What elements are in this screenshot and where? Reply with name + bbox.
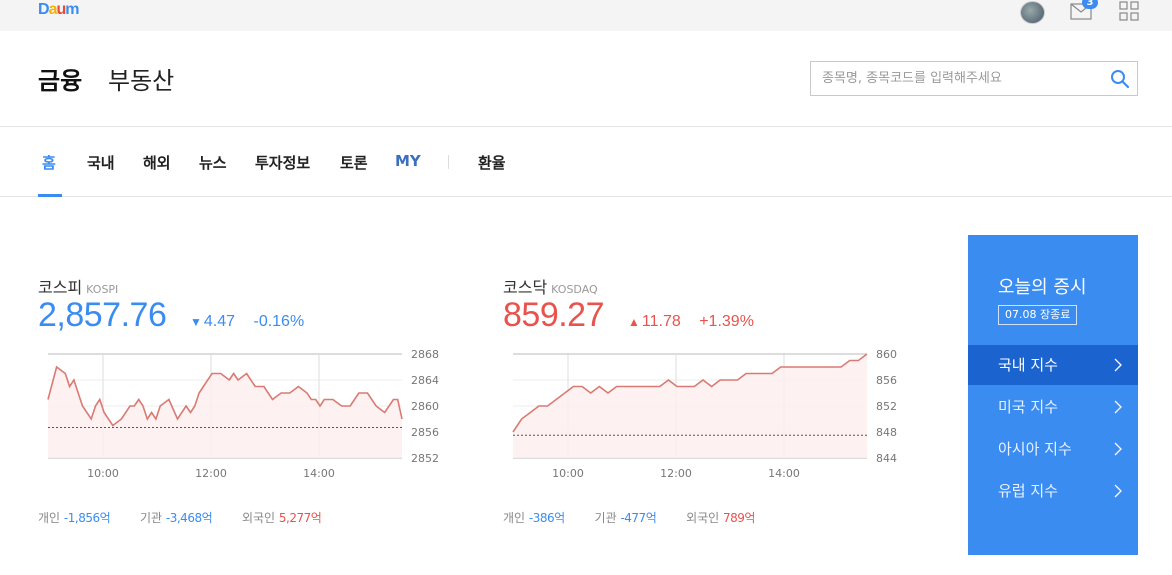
logo-letter: D <box>38 1 50 18</box>
search-input[interactable] <box>811 62 1101 95</box>
side-item-label: 아시아 지수 <box>998 440 1072 458</box>
kospi-investors: 개인 -1,856억 기관 -3,468억 외국인 5,277억 <box>38 509 347 526</box>
y-tick-label: 856 <box>876 374 897 387</box>
kospi-change-pct: -0.16% <box>253 313 305 330</box>
investor-value: -1,856억 <box>63 511 111 525</box>
investor-label: 기관 <box>594 511 617 525</box>
y-tick-label: 844 <box>876 452 897 465</box>
kospi-chart[interactable]: 2868 2864 2860 2856 2852 10:00 12:00 14:00 <box>38 344 448 484</box>
kosdaq-sub: KOSDAQ <box>551 283 598 296</box>
chevron-right-icon <box>1114 358 1122 372</box>
y-tick-label: 2856 <box>411 426 439 439</box>
nav-home[interactable]: 홈 <box>42 152 56 196</box>
mail-count-badge: 3 <box>1082 0 1098 9</box>
side-item-label: 국내 지수 <box>998 356 1058 374</box>
kosdaq-chart[interactable]: 860 856 852 848 844 10:00 12:00 14:00 <box>503 344 913 484</box>
investor-label: 기관 <box>139 511 163 525</box>
kospi-change-value: 4.47 <box>203 313 236 330</box>
side-item-label: 미국 지수 <box>998 398 1058 416</box>
kospi-title[interactable]: 코스피 KOSPI <box>38 274 118 298</box>
line-chart-svg: 2868 2864 2860 2856 2852 10:00 12:00 14:00 <box>47 348 439 480</box>
y-tick-label: 848 <box>876 426 897 439</box>
nav-news[interactable]: 뉴스 <box>199 152 227 196</box>
down-triangle-icon: ▼ <box>190 315 202 329</box>
investor-label: 개인 <box>503 511 526 525</box>
x-tick-label: 14:00 <box>768 467 800 480</box>
today-market-panel: 오늘의 증시 07.08 장종료 국내 지수 미국 지수 아시아 지수 유럽 지… <box>968 235 1138 555</box>
chevron-right-icon <box>1114 400 1122 414</box>
y-tick-label: 860 <box>876 348 897 361</box>
y-tick-label: 2860 <box>411 400 439 413</box>
x-tick-label: 10:00 <box>552 467 584 480</box>
header: 금융 부동산 <box>0 31 1172 127</box>
investor-value: 5,277억 <box>278 511 322 525</box>
x-tick-label: 10:00 <box>87 467 119 480</box>
market-status-badge: 07.08 장종료 <box>998 305 1078 325</box>
kosdaq-title[interactable]: 코스닥 KOSDAQ <box>503 274 598 298</box>
chevron-right-icon <box>1114 442 1122 456</box>
side-item-us-index[interactable]: 미국 지수 <box>968 387 1138 427</box>
kosdaq-change-value: 11.78 <box>641 313 681 330</box>
nav-divider <box>448 155 449 169</box>
logo-letter: m <box>65 1 79 18</box>
side-item-label: 유럽 지수 <box>998 482 1058 500</box>
investor-value: 789억 <box>723 511 755 525</box>
nav-exchange-rate[interactable]: 환율 <box>478 152 506 196</box>
kosdaq-name: 코스닥 <box>503 278 548 297</box>
area-fill <box>48 367 402 458</box>
x-tick-label: 12:00 <box>660 467 692 480</box>
nav-overseas[interactable]: 해외 <box>143 152 171 196</box>
search-icon[interactable] <box>1109 68 1131 90</box>
investor-label: 개인 <box>38 511 61 525</box>
line-chart-svg: 860 856 852 848 844 10:00 12:00 14:00 <box>512 348 897 480</box>
chevron-right-icon <box>1114 484 1122 498</box>
investor-value: -477억 <box>620 511 657 525</box>
nav-active-underline <box>38 194 62 197</box>
investor-label: 외국인 <box>686 511 720 525</box>
nav-my[interactable]: MY <box>395 152 421 196</box>
logo-letter: u <box>56 1 66 18</box>
daum-logo[interactable]: Daum <box>38 1 80 19</box>
kosdaq-change: ▲ 11.78 +1.39% <box>628 313 754 331</box>
investor-value: -3,468억 <box>165 511 213 525</box>
y-tick-label: 852 <box>876 400 897 413</box>
kosdaq-value: 859.27 <box>503 296 605 334</box>
main-nav: 홈 국내 해외 뉴스 투자정보 토론 MY 환율 <box>0 127 1172 197</box>
y-tick-label: 2864 <box>411 374 439 387</box>
brand-finance-link[interactable]: 금융 <box>38 61 82 96</box>
kosdaq-investors: 개인 -386억 기관 -477억 외국인 789억 <box>503 509 781 526</box>
side-item-europe-index[interactable]: 유럽 지수 <box>968 471 1138 511</box>
kosdaq-change-pct: +1.39% <box>699 313 754 330</box>
brand-realestate-link[interactable]: 부동산 <box>108 61 174 96</box>
x-tick-label: 14:00 <box>303 467 335 480</box>
avatar[interactable] <box>1020 1 1045 24</box>
apps-grid-icon[interactable] <box>1119 1 1139 21</box>
side-panel-title: 오늘의 증시 <box>998 277 1087 298</box>
kospi-name: 코스피 <box>38 278 83 297</box>
nav-investment-info[interactable]: 투자정보 <box>255 152 310 196</box>
kospi-value: 2,857.76 <box>38 296 167 334</box>
x-tick-label: 12:00 <box>195 467 227 480</box>
area-fill <box>513 354 867 458</box>
y-tick-label: 2868 <box>411 348 439 361</box>
up-triangle-icon: ▲ <box>628 315 640 329</box>
kospi-change: ▼ 4.47 -0.16% <box>190 313 304 331</box>
search-box <box>810 61 1138 96</box>
kospi-sub: KOSPI <box>86 283 119 296</box>
y-tick-label: 2852 <box>411 452 439 465</box>
top-bar: Daum 3 <box>0 0 1172 31</box>
investor-value: -386억 <box>528 511 565 525</box>
side-item-domestic-index[interactable]: 국내 지수 <box>968 345 1138 385</box>
side-item-asia-index[interactable]: 아시아 지수 <box>968 429 1138 469</box>
nav-domestic[interactable]: 국내 <box>87 152 115 196</box>
investor-label: 외국인 <box>241 511 276 525</box>
nav-discussion[interactable]: 토론 <box>340 152 368 196</box>
